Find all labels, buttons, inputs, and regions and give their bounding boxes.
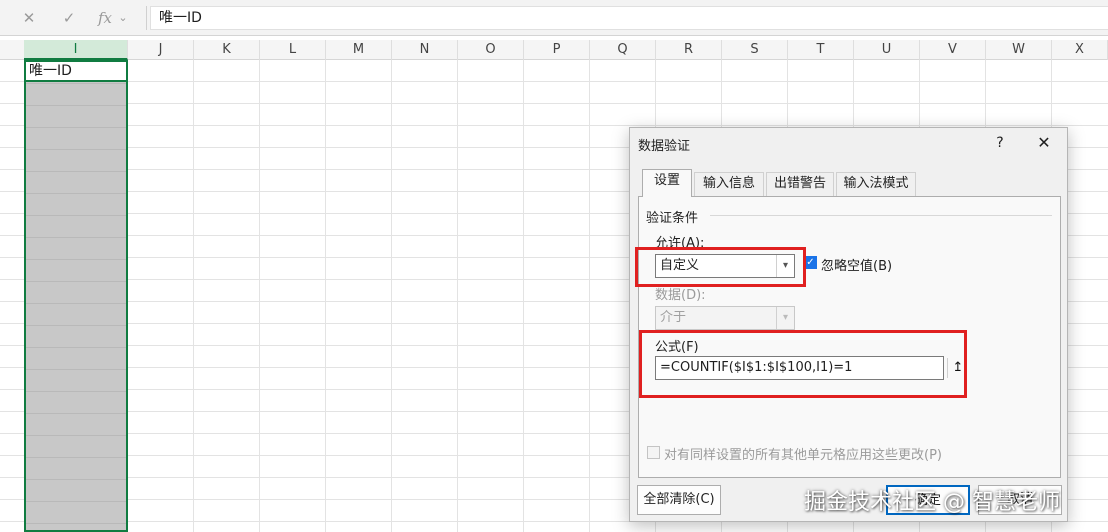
allow-label: 允许(A): xyxy=(655,236,705,251)
ignore-blank-checkbox[interactable]: ✓ xyxy=(804,256,817,269)
column-header-l[interactable]: L xyxy=(260,40,326,60)
confirm-edit-icon[interactable]: ✓ xyxy=(58,6,80,30)
column-header-w[interactable]: W xyxy=(986,40,1052,60)
formula-label: 公式(F) xyxy=(655,340,699,355)
column-header-t[interactable]: T xyxy=(788,40,854,60)
clear-all-button[interactable]: 全部清除(C) xyxy=(637,485,721,515)
formula-input[interactable]: 唯一ID xyxy=(150,6,1108,30)
dialog-title: 数据验证 xyxy=(638,139,691,154)
apply-all-label: 对有同样设置的所有其他单元格应用这些更改(P) xyxy=(664,448,942,463)
ignore-blank-label[interactable]: 忽略空值(B) xyxy=(821,255,892,274)
group-divider xyxy=(710,215,1052,216)
data-label: 数据(D): xyxy=(655,288,706,303)
formula-bar-buttons: ✕ ✓ fx ⌄ xyxy=(0,6,138,30)
column-header-n[interactable]: N xyxy=(392,40,458,60)
chevron-down-icon[interactable]: ⌄ xyxy=(116,6,130,30)
data-select: 介于 ▾ xyxy=(655,306,795,330)
column-header-q[interactable]: Q xyxy=(590,40,656,60)
formula-field[interactable]: =COUNTIF($I$1:$I$100,I1)=1 ↥ xyxy=(655,356,963,380)
insert-function-icon[interactable]: fx xyxy=(94,6,116,30)
group-title: 验证条件 xyxy=(646,211,699,226)
allow-select-value: 自定义 xyxy=(660,258,700,273)
help-button[interactable]: ? xyxy=(990,132,1010,154)
formula-bar: ✕ ✓ fx ⌄ 唯一ID xyxy=(0,0,1108,36)
column-header-k[interactable]: K xyxy=(194,40,260,60)
column-headers: IJKLMNOPQRSTUVWX xyxy=(0,40,1108,60)
column-header-x[interactable]: X xyxy=(1052,40,1108,60)
column-header-m[interactable]: M xyxy=(326,40,392,60)
tab-input-message[interactable]: 输入信息 xyxy=(694,172,764,196)
tab-ime-mode[interactable]: 输入法模式 xyxy=(836,172,916,196)
chevron-down-icon: ▾ xyxy=(776,307,794,329)
column-header-o[interactable]: O xyxy=(458,40,524,60)
column-header-s[interactable]: S xyxy=(722,40,788,60)
allow-select[interactable]: 自定义 ▾ xyxy=(655,254,795,278)
tab-settings[interactable]: 设置 xyxy=(642,169,692,197)
column-header-p[interactable]: P xyxy=(524,40,590,60)
data-validation-dialog: 数据验证 ? ✕ 设置 输入信息 出错警告 输入法模式 验证条件 允许(A): … xyxy=(629,127,1068,522)
data-select-value: 介于 xyxy=(660,310,687,325)
formula-field-value: =COUNTIF($I$1:$I$100,I1)=1 xyxy=(660,360,853,375)
collapse-dialog-icon[interactable]: ↥ xyxy=(947,358,968,378)
column-header-r[interactable]: R xyxy=(656,40,722,60)
column-header-i[interactable]: I xyxy=(24,40,128,60)
tab-error-alert[interactable]: 出错警告 xyxy=(766,172,834,196)
selected-column-range[interactable] xyxy=(24,60,128,532)
active-cell[interactable]: 唯一ID xyxy=(24,60,128,82)
column-header-j[interactable]: J xyxy=(128,40,194,60)
close-button[interactable]: ✕ xyxy=(1032,132,1056,154)
apply-all-checkbox xyxy=(647,446,660,459)
chevron-down-icon: ▾ xyxy=(776,255,794,277)
column-header-v[interactable]: V xyxy=(920,40,986,60)
watermark: 掘金技术社区 @ 智慧老师 xyxy=(804,490,1060,515)
column-header-u[interactable]: U xyxy=(854,40,920,60)
cancel-edit-icon[interactable]: ✕ xyxy=(18,6,40,30)
formula-bar-divider xyxy=(146,6,147,30)
